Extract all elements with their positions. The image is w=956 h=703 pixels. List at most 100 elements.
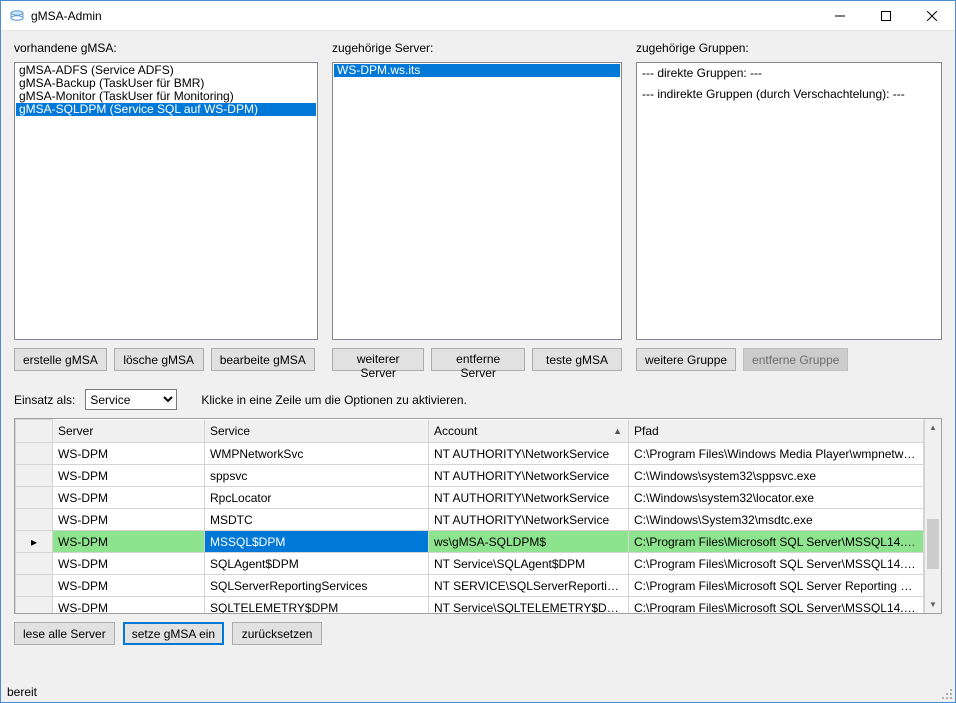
cell-pfad[interactable]: C:\Windows\system32\sppsvc.exe	[629, 465, 924, 487]
table-row[interactable]: WS-DPMRpcLocatorNT AUTHORITY\NetworkServ…	[16, 487, 924, 509]
add-server-button[interactable]: weiterer Server	[332, 348, 424, 371]
server-column: zugehörige Server: WS-DPM.ws.its weitere…	[332, 41, 622, 379]
server-item[interactable]: WS-DPM.ws.its	[334, 64, 620, 77]
reset-button[interactable]: zurücksetzen	[232, 622, 322, 645]
grid-corner[interactable]	[16, 420, 53, 443]
cell-server[interactable]: WS-DPM	[53, 509, 205, 531]
edit-gmsa-button[interactable]: bearbeite gMSA	[211, 348, 315, 371]
table-row[interactable]: ▸WS-DPMMSSQL$DPMws\gMSA-SQLDPM$C:\Progra…	[16, 531, 924, 553]
cell-server[interactable]: WS-DPM	[53, 487, 205, 509]
cell-server[interactable]: WS-DPM	[53, 575, 205, 597]
gmsa-list-label: vorhandene gMSA:	[14, 41, 318, 57]
cell-service[interactable]: SQLAgent$DPM	[205, 553, 429, 575]
table-row[interactable]: WS-DPMWMPNetworkSvcNT AUTHORITY\NetworkS…	[16, 443, 924, 465]
titlebar: gMSA-Admin	[1, 1, 955, 31]
col-server[interactable]: Server	[53, 420, 205, 443]
window-title: gMSA-Admin	[31, 9, 817, 23]
usage-combo[interactable]: Service	[85, 389, 177, 410]
cell-service[interactable]: sppsvc	[205, 465, 429, 487]
cell-server[interactable]: WS-DPM	[53, 531, 205, 553]
cell-account[interactable]: NT AUTHORITY\NetworkService	[429, 465, 629, 487]
server-list-label: zugehörige Server:	[332, 41, 622, 57]
minimize-button[interactable]	[817, 1, 863, 31]
table-row[interactable]: WS-DPMSQLTELEMETRY$DPMNT Service\SQLTELE…	[16, 597, 924, 614]
delete-gmsa-button[interactable]: lösche gMSA	[114, 348, 204, 371]
read-all-servers-button[interactable]: lese alle Server	[14, 622, 115, 645]
set-gmsa-button[interactable]: setze gMSA ein	[123, 622, 224, 645]
groups-textbox[interactable]: --- direkte Gruppen: --- --- indirekte G…	[636, 62, 942, 340]
cell-service[interactable]: MSDTC	[205, 509, 429, 531]
cell-pfad[interactable]: C:\Windows\System32\msdtc.exe	[629, 509, 924, 531]
cell-server[interactable]: WS-DPM	[53, 553, 205, 575]
row-header[interactable]: ▸	[16, 531, 53, 553]
status-text: bereit	[7, 685, 37, 699]
cell-server[interactable]: WS-DPM	[53, 443, 205, 465]
row-header[interactable]	[16, 487, 53, 509]
gmsa-buttons: erstelle gMSA lösche gMSA bearbeite gMSA	[14, 348, 318, 371]
cell-service[interactable]: WMPNetworkSvc	[205, 443, 429, 465]
groups-column: zugehörige Gruppen: --- direkte Gruppen:…	[636, 41, 942, 379]
row-header[interactable]	[16, 443, 53, 465]
table-row[interactable]: WS-DPMSQLServerReportingServicesNT SERVI…	[16, 575, 924, 597]
sort-asc-icon: ▲	[613, 426, 622, 436]
groups-label: zugehörige Gruppen:	[636, 41, 942, 57]
server-listbox[interactable]: WS-DPM.ws.its	[332, 62, 622, 340]
close-button[interactable]	[909, 1, 955, 31]
cell-service[interactable]: MSSQL$DPM	[205, 531, 429, 553]
row-header[interactable]	[16, 575, 53, 597]
cell-account[interactable]: NT AUTHORITY\NetworkService	[429, 509, 629, 531]
grid-scrollbar[interactable]: ▲ ▼	[924, 419, 941, 613]
statusbar: bereit	[1, 682, 955, 702]
cell-pfad[interactable]: C:\Program Files\Microsoft SQL Server\MS…	[629, 531, 924, 553]
cell-account[interactable]: NT Service\SQLTELEMETRY$DPM	[429, 597, 629, 614]
direct-groups-header: --- direkte Gruppen: ---	[642, 66, 936, 81]
cell-account[interactable]: NT AUTHORITY\NetworkService	[429, 487, 629, 509]
bottom-buttons: lese alle Server setze gMSA ein zurückse…	[14, 622, 942, 645]
groups-buttons: weitere Gruppe entferne Gruppe	[636, 348, 942, 371]
cell-service[interactable]: RpcLocator	[205, 487, 429, 509]
resize-grip-icon[interactable]	[941, 688, 953, 700]
row-header[interactable]	[16, 465, 53, 487]
col-pfad[interactable]: Pfad	[629, 420, 924, 443]
cell-account[interactable]: NT Service\SQLAgent$DPM	[429, 553, 629, 575]
cell-service[interactable]: SQLTELEMETRY$DPM	[205, 597, 429, 614]
gmsa-item[interactable]: gMSA-SQLDPM (Service SQL auf WS-DPM)	[16, 103, 316, 116]
col-service[interactable]: Service	[205, 420, 429, 443]
col-account[interactable]: Account▲	[429, 420, 629, 443]
scroll-down-icon[interactable]: ▼	[925, 596, 941, 613]
cell-pfad[interactable]: C:\Program Files\Microsoft SQL Server\MS…	[629, 553, 924, 575]
table-row[interactable]: WS-DPMSQLAgent$DPMNT Service\SQLAgent$DP…	[16, 553, 924, 575]
cell-pfad[interactable]: C:\Program Files\Microsoft SQL Server Re…	[629, 575, 924, 597]
cell-server[interactable]: WS-DPM	[53, 465, 205, 487]
cell-server[interactable]: WS-DPM	[53, 597, 205, 614]
scroll-thumb[interactable]	[927, 519, 939, 569]
content-area: vorhandene gMSA: gMSA-ADFS (Service ADFS…	[1, 31, 955, 682]
usage-bar: Einsatz als: Service Klicke in eine Zeil…	[14, 389, 942, 410]
cell-account[interactable]: NT SERVICE\SQLServerReportingSer...	[429, 575, 629, 597]
cell-pfad[interactable]: C:\Program Files\Microsoft SQL Server\MS…	[629, 597, 924, 614]
indirect-groups-header: --- indirekte Gruppen (durch Verschachte…	[642, 87, 936, 102]
maximize-button[interactable]	[863, 1, 909, 31]
remove-server-button[interactable]: entferne Server	[431, 348, 525, 371]
grid-hint: Klicke in eine Zeile um die Optionen zu …	[201, 393, 466, 407]
row-header[interactable]	[16, 597, 53, 614]
cell-pfad[interactable]: C:\Windows\system32\locator.exe	[629, 487, 924, 509]
row-header[interactable]	[16, 509, 53, 531]
test-gmsa-button[interactable]: teste gMSA	[532, 348, 622, 371]
create-gmsa-button[interactable]: erstelle gMSA	[14, 348, 107, 371]
remove-group-button: entferne Gruppe	[743, 348, 848, 371]
table-row[interactable]: WS-DPMMSDTCNT AUTHORITY\NetworkServiceC:…	[16, 509, 924, 531]
gmsa-listbox[interactable]: gMSA-ADFS (Service ADFS)gMSA-Backup (Tas…	[14, 62, 318, 340]
cell-account[interactable]: ws\gMSA-SQLDPM$	[429, 531, 629, 553]
app-icon	[9, 8, 25, 24]
add-group-button[interactable]: weitere Gruppe	[636, 348, 736, 371]
top-panels: vorhandene gMSA: gMSA-ADFS (Service ADFS…	[14, 41, 942, 379]
row-header[interactable]	[16, 553, 53, 575]
cell-pfad[interactable]: C:\Program Files\Windows Media Player\wm…	[629, 443, 924, 465]
table-row[interactable]: WS-DPMsppsvcNT AUTHORITY\NetworkServiceC…	[16, 465, 924, 487]
cell-account[interactable]: NT AUTHORITY\NetworkService	[429, 443, 629, 465]
scroll-up-icon[interactable]: ▲	[925, 419, 941, 436]
cell-service[interactable]: SQLServerReportingServices	[205, 575, 429, 597]
server-buttons: weiterer Server entferne Server teste gM…	[332, 348, 622, 371]
services-grid[interactable]: Server Service Account▲ Pfad WS-DPMWMPNe…	[14, 418, 942, 614]
